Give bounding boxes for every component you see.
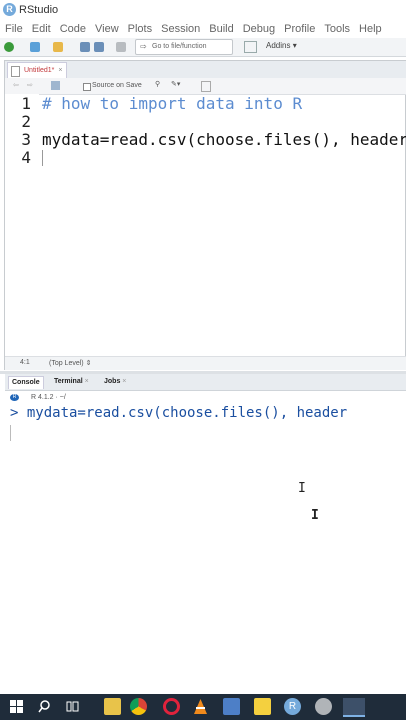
line-number: 3: [21, 130, 31, 149]
line-number: 4: [21, 148, 31, 167]
vlc-icon[interactable]: [192, 698, 209, 715]
goto-file-placeholder: Go to file/function: [152, 43, 207, 50]
tab-untitled1-label: Untitled1*: [24, 67, 55, 74]
open-file-icon[interactable]: [53, 42, 63, 52]
menu-edit[interactable]: Edit: [32, 23, 51, 35]
rstudio-logo-icon: R: [3, 3, 16, 16]
new-project-icon[interactable]: [30, 42, 40, 52]
r-logo-icon: R: [10, 394, 19, 401]
new-file-icon[interactable]: [4, 42, 14, 52]
menu-profile[interactable]: Profile: [284, 23, 315, 35]
code-tools-icon[interactable]: ✎▾: [171, 80, 180, 88]
cursor-position: 4:1: [20, 359, 30, 366]
line-number-gutter: 1 2 3 4: [5, 94, 39, 356]
i-beam-cursor-icon: I: [298, 481, 306, 496]
window-title: RStudio: [19, 4, 59, 16]
console-info-bar: R 4.1.2 · ~/: [5, 391, 406, 404]
tab-terminal-label: Terminal: [54, 378, 83, 385]
save-editor-icon[interactable]: [51, 81, 60, 90]
addins-menu[interactable]: Addins ▾: [266, 41, 297, 50]
windows-start-icon[interactable]: [8, 698, 25, 715]
active-window-icon[interactable]: [343, 698, 365, 717]
tab-jobs-label: Jobs: [104, 378, 121, 385]
tab-untitled1[interactable]: Untitled1* ×: [7, 62, 68, 78]
code-line-read-csv[interactable]: mydata=read.csv(choose.files(), header: [42, 130, 406, 149]
menu-plots[interactable]: Plots: [128, 23, 152, 35]
menu-view[interactable]: View: [95, 23, 119, 35]
windows-taskbar: R: [0, 694, 406, 720]
menu-help[interactable]: Help: [359, 23, 382, 35]
back-arrow-icon[interactable]: ⇦: [13, 81, 19, 89]
task-view-icon[interactable]: [64, 698, 81, 715]
scope-selector[interactable]: (Top Level) ⇕: [49, 359, 91, 367]
save-all-icon[interactable]: [94, 42, 104, 52]
source-on-save-label: Source on Save: [92, 82, 142, 89]
print-icon[interactable]: [116, 42, 126, 52]
menu-build[interactable]: Build: [209, 23, 233, 35]
editor-cursor: [42, 150, 43, 166]
save-icon[interactable]: [80, 42, 90, 52]
addins-label: Addins: [266, 41, 291, 50]
menu-code[interactable]: Code: [60, 23, 86, 35]
workspace-panes-icon[interactable]: [244, 41, 257, 53]
opera-icon[interactable]: [163, 698, 180, 715]
goto-arrow-icon: ⇨: [140, 42, 147, 51]
menu-bar: File Edit Code View Plots Session Build …: [0, 20, 406, 38]
tab-console[interactable]: Console: [8, 376, 44, 389]
settings-icon[interactable]: [223, 698, 240, 715]
mouse-pointer-icon: I: [311, 508, 319, 523]
source-on-save-checkbox[interactable]: [83, 83, 91, 91]
code-line-comment[interactable]: # how to import data into R: [42, 94, 302, 113]
menu-file[interactable]: File: [5, 23, 23, 35]
menu-session[interactable]: Session: [161, 23, 200, 35]
find-icon[interactable]: ⚲: [155, 80, 160, 88]
forward-arrow-icon[interactable]: ⇨: [27, 81, 33, 89]
line-number: 2: [21, 112, 31, 131]
console-tab-bar: Console Terminal × Jobs ×: [5, 374, 406, 391]
r-file-icon: [11, 66, 20, 77]
file-explorer-icon[interactable]: [104, 698, 121, 715]
camera-icon[interactable]: [315, 698, 332, 715]
line-number: 1: [21, 94, 31, 113]
console-command-line[interactable]: > mydata=read.csv(choose.files(), header: [10, 405, 347, 421]
search-icon[interactable]: [36, 698, 53, 715]
menu-tools[interactable]: Tools: [324, 23, 350, 35]
editor-toolbar: ⇦ ⇨ ⚲ ✎▾: [5, 78, 406, 95]
scope-label: (Top Level): [49, 360, 84, 367]
title-bar: [0, 0, 406, 20]
close-tab-icon[interactable]: ×: [58, 67, 62, 74]
sticky-notes-icon[interactable]: [254, 698, 271, 715]
r-version-label: R 4.1.2 · ~/: [31, 394, 66, 401]
goto-file-input[interactable]: ⇨ Go to file/function: [135, 39, 233, 55]
rstudio-icon[interactable]: R: [284, 698, 301, 715]
tab-jobs[interactable]: Jobs ×: [101, 376, 129, 388]
editor-status-bar: 4:1 (Top Level) ⇕: [5, 356, 406, 370]
menu-debug[interactable]: Debug: [243, 23, 275, 35]
compile-report-icon[interactable]: [201, 81, 211, 92]
tab-terminal[interactable]: Terminal ×: [51, 376, 92, 388]
console-cursor: [10, 425, 11, 441]
chrome-icon[interactable]: [130, 698, 147, 715]
